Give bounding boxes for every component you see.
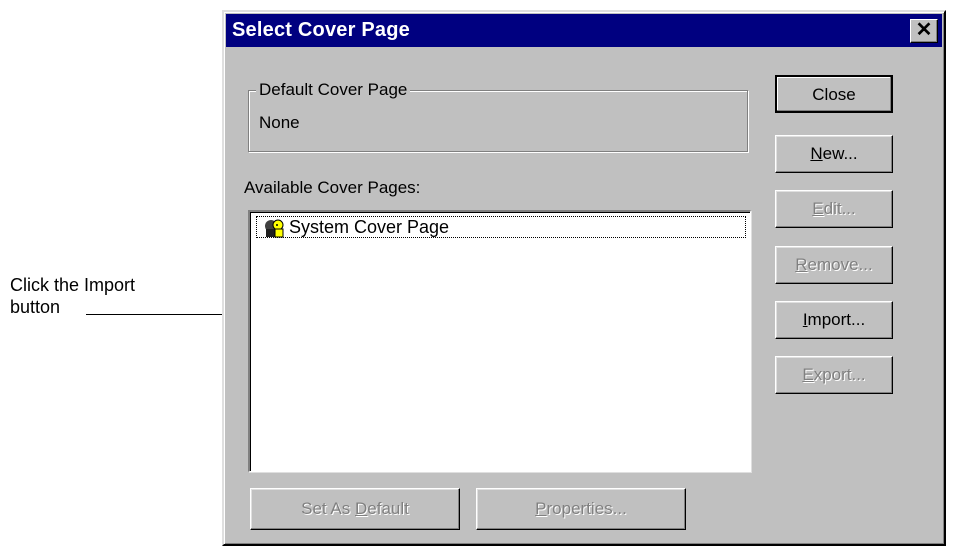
list-item-label: System Cover Page xyxy=(289,217,450,237)
export-button-label: xport... xyxy=(813,365,866,384)
list-item[interactable]: System Cover Page xyxy=(256,216,746,238)
close-icon[interactable]: ✕ xyxy=(910,19,938,43)
cover-page-icon xyxy=(265,219,284,238)
properties-button-label: roperties... xyxy=(546,499,627,518)
set-as-default-label: efault xyxy=(367,499,409,518)
available-cover-pages-label: Available Cover Pages: xyxy=(244,178,421,197)
remove-button-label: emove... xyxy=(807,255,873,274)
set-as-default-prefix: Set As xyxy=(301,499,355,518)
import-button-label: mport... xyxy=(807,310,866,329)
remove-button-mnemonic: R xyxy=(795,255,808,274)
import-button[interactable]: Import... xyxy=(775,301,893,339)
dialog-title: Select Cover Page xyxy=(232,19,410,41)
close-button[interactable]: Close xyxy=(775,75,893,113)
new-button[interactable]: New... xyxy=(775,135,893,173)
set-as-default-mnemonic: D xyxy=(355,499,368,518)
default-cover-page-value: None xyxy=(259,113,300,132)
edit-button[interactable]: Edit... xyxy=(775,190,893,228)
title-bar[interactable]: Select Cover Page ✕ xyxy=(226,14,942,47)
cover-pages-list[interactable]: System Cover Page xyxy=(248,210,751,472)
properties-button[interactable]: Properties... xyxy=(476,488,686,530)
default-cover-page-group: Default Cover Page None xyxy=(248,80,748,152)
select-cover-page-dialog: Select Cover Page ✕ Default Cover Page N… xyxy=(222,10,946,546)
set-as-default-button[interactable]: Set As Default xyxy=(250,488,460,530)
new-button-label: ew... xyxy=(822,144,858,163)
export-button[interactable]: Export... xyxy=(775,356,893,394)
annotation-callout: Click the Import button xyxy=(10,274,135,318)
export-button-mnemonic: E xyxy=(802,365,814,384)
default-cover-page-legend: Default Cover Page xyxy=(256,80,411,100)
edit-button-mnemonic: E xyxy=(812,199,824,218)
edit-button-label: dit... xyxy=(823,199,856,218)
new-button-mnemonic: N xyxy=(810,144,823,163)
remove-button[interactable]: Remove... xyxy=(775,246,893,284)
properties-button-mnemonic: P xyxy=(535,499,547,518)
annotation-line-1: Click the Import xyxy=(10,275,136,295)
